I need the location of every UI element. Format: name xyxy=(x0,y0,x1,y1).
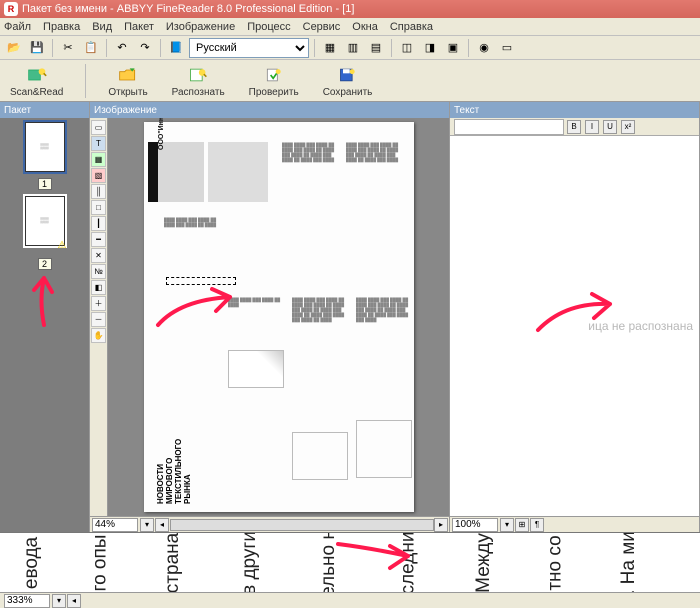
menu-help[interactable]: Справка xyxy=(390,21,433,33)
super-icon[interactable]: x² xyxy=(621,120,635,134)
image-status: ▾ ◂ ▸ xyxy=(90,516,449,532)
menu-bar: Файл Правка Вид Пакет Изображение Процес… xyxy=(0,18,700,36)
standard-toolbar: 📂 💾 ✂ 📋 ↶ ↷ 📘 Русский ▦ ▥ ▤ ◫ ◨ ▣ ◉ ▭ xyxy=(0,36,700,60)
page-thumb-2[interactable]: ▒▒ xyxy=(25,196,65,246)
layout3-icon[interactable]: ▤ xyxy=(366,38,386,58)
tool-hand-icon[interactable]: ✋ xyxy=(91,328,106,343)
not-recognized-label: ица не распознана xyxy=(588,319,693,333)
tool-addh-icon[interactable]: ━ xyxy=(91,232,106,247)
underline-icon[interactable]: U xyxy=(603,120,617,134)
open-icon[interactable]: 📂 xyxy=(4,38,24,58)
menu-tools[interactable]: Сервис xyxy=(303,21,341,33)
view2-icon[interactable]: ◨ xyxy=(420,38,440,58)
save-icon[interactable]: 💾 xyxy=(27,38,47,58)
menu-window[interactable]: Окна xyxy=(352,21,378,33)
batch-panel: Пакет ▒▒ 1 ▒▒ ⚠ 2 xyxy=(0,102,90,532)
app-icon: R xyxy=(4,2,18,16)
text-header: Текст xyxy=(450,102,699,118)
main-toolbar: Scan&Read Открыть Распознать Проверить С… xyxy=(0,60,700,102)
view3-icon[interactable]: ▣ xyxy=(443,38,463,58)
scroll-left-icon[interactable]: ◂ xyxy=(155,518,169,532)
text-status: ▾ ⊞ ¶ xyxy=(450,516,699,532)
help-icon[interactable]: ▭ xyxy=(497,38,517,58)
page-view[interactable]: ООО"Инновация" ████ ████ ███ ████ ██ ███… xyxy=(108,118,449,516)
text-zoom-dropdown-icon[interactable]: ▾ xyxy=(500,518,514,532)
tool-text-icon[interactable]: T xyxy=(91,136,106,151)
zoom-fragment-row[interactable]: евода го опы страна в други ельно н след… xyxy=(0,532,700,592)
selection-box[interactable] xyxy=(166,277,236,285)
image-tools: ▭ T ▦ ▧ ║ □ ┃ ━ ✕ № ◧ ＋ － ✋ xyxy=(90,118,108,516)
image-header: Изображение xyxy=(90,102,449,118)
tool-table-icon[interactable]: ▦ xyxy=(91,152,106,167)
page-headline: НОВОСТИ МИРОВОГО ТЕКСТИЛЬНОГО РЫНКА xyxy=(156,439,192,504)
tool-eraser-icon[interactable]: ◧ xyxy=(91,280,106,295)
save-button[interactable]: Сохранить xyxy=(319,62,377,100)
title-bar: R Пакет без имени - ABBYY FineReader 8.0… xyxy=(0,0,700,18)
tool-zoomout-icon[interactable]: － xyxy=(91,312,106,327)
fragment-zoom[interactable] xyxy=(4,594,50,608)
text-zoom[interactable] xyxy=(452,518,498,532)
tool-picture-icon[interactable]: ▧ xyxy=(91,168,106,183)
recognize-button[interactable]: Распознать xyxy=(168,62,229,100)
menu-batch[interactable]: Пакет xyxy=(124,21,154,33)
undo-icon[interactable]: ↶ xyxy=(112,38,132,58)
layout1-icon[interactable]: ▦ xyxy=(320,38,340,58)
char-icon[interactable]: ⊞ xyxy=(515,518,529,532)
copy-icon[interactable]: 📋 xyxy=(81,38,101,58)
font-select[interactable] xyxy=(454,119,564,135)
tool-barcode-icon[interactable]: ║ xyxy=(91,184,106,199)
text-panel: Текст B I U x² ица не распознана ▾ ⊞ ¶ xyxy=(450,102,700,532)
batch-header: Пакет xyxy=(0,102,89,118)
tool-del-icon[interactable]: ✕ xyxy=(91,248,106,263)
tool-order-icon[interactable]: № xyxy=(91,264,106,279)
scanread-button[interactable]: Scan&Read xyxy=(6,62,67,100)
menu-edit[interactable]: Правка xyxy=(43,21,80,33)
main-area: Пакет ▒▒ 1 ▒▒ ⚠ 2 Изображение ▭ T ▦ ▧ ║ … xyxy=(0,102,700,532)
layout2-icon[interactable]: ▥ xyxy=(343,38,363,58)
bottom-status: ▾ ◂ xyxy=(0,592,700,608)
italic-icon[interactable]: I xyxy=(585,120,599,134)
window-title: Пакет без имени - ABBYY FineReader 8.0 P… xyxy=(22,3,354,15)
scroll-right-icon[interactable]: ▸ xyxy=(434,518,448,532)
page-num-1: 1 xyxy=(38,178,52,190)
frag-left-icon[interactable]: ◂ xyxy=(67,594,81,608)
image-panel: Изображение ▭ T ▦ ▧ ║ □ ┃ ━ ✕ № ◧ ＋ － ✋ xyxy=(90,102,450,532)
menu-image[interactable]: Изображение xyxy=(166,21,235,33)
redo-icon[interactable]: ↷ xyxy=(135,38,155,58)
page-thumb-1[interactable]: ▒▒ xyxy=(25,122,65,172)
bold-icon[interactable]: B xyxy=(567,120,581,134)
tool-pointer-icon[interactable]: ▭ xyxy=(91,120,106,135)
menu-view[interactable]: Вид xyxy=(92,21,112,33)
menu-process[interactable]: Процесс xyxy=(247,21,290,33)
page-num-2: 2 xyxy=(38,258,52,270)
tool-addv-icon[interactable]: ┃ xyxy=(91,216,106,231)
para-icon[interactable]: ¶ xyxy=(530,518,544,532)
frag-zoom-dropdown-icon[interactable]: ▾ xyxy=(52,594,66,608)
menu-file[interactable]: Файл xyxy=(4,21,31,33)
image-zoom[interactable] xyxy=(92,518,138,532)
zoom-dropdown-icon[interactable]: ▾ xyxy=(140,518,154,532)
dict-icon[interactable]: 📘 xyxy=(166,38,186,58)
tool-zoomin-icon[interactable]: ＋ xyxy=(91,296,106,311)
company-name: ООО"Инновация" xyxy=(158,118,165,150)
view1-icon[interactable]: ◫ xyxy=(397,38,417,58)
open-button[interactable]: Открыть xyxy=(104,62,151,100)
language-select[interactable]: Русский xyxy=(189,38,309,58)
check-button[interactable]: Проверить xyxy=(245,62,303,100)
tool-sel-icon[interactable]: □ xyxy=(91,200,106,215)
text-toolbar: B I U x² xyxy=(450,118,699,136)
info-icon[interactable]: ◉ xyxy=(474,38,494,58)
text-view[interactable]: ица не распознана xyxy=(450,136,699,516)
cut-icon[interactable]: ✂ xyxy=(58,38,78,58)
